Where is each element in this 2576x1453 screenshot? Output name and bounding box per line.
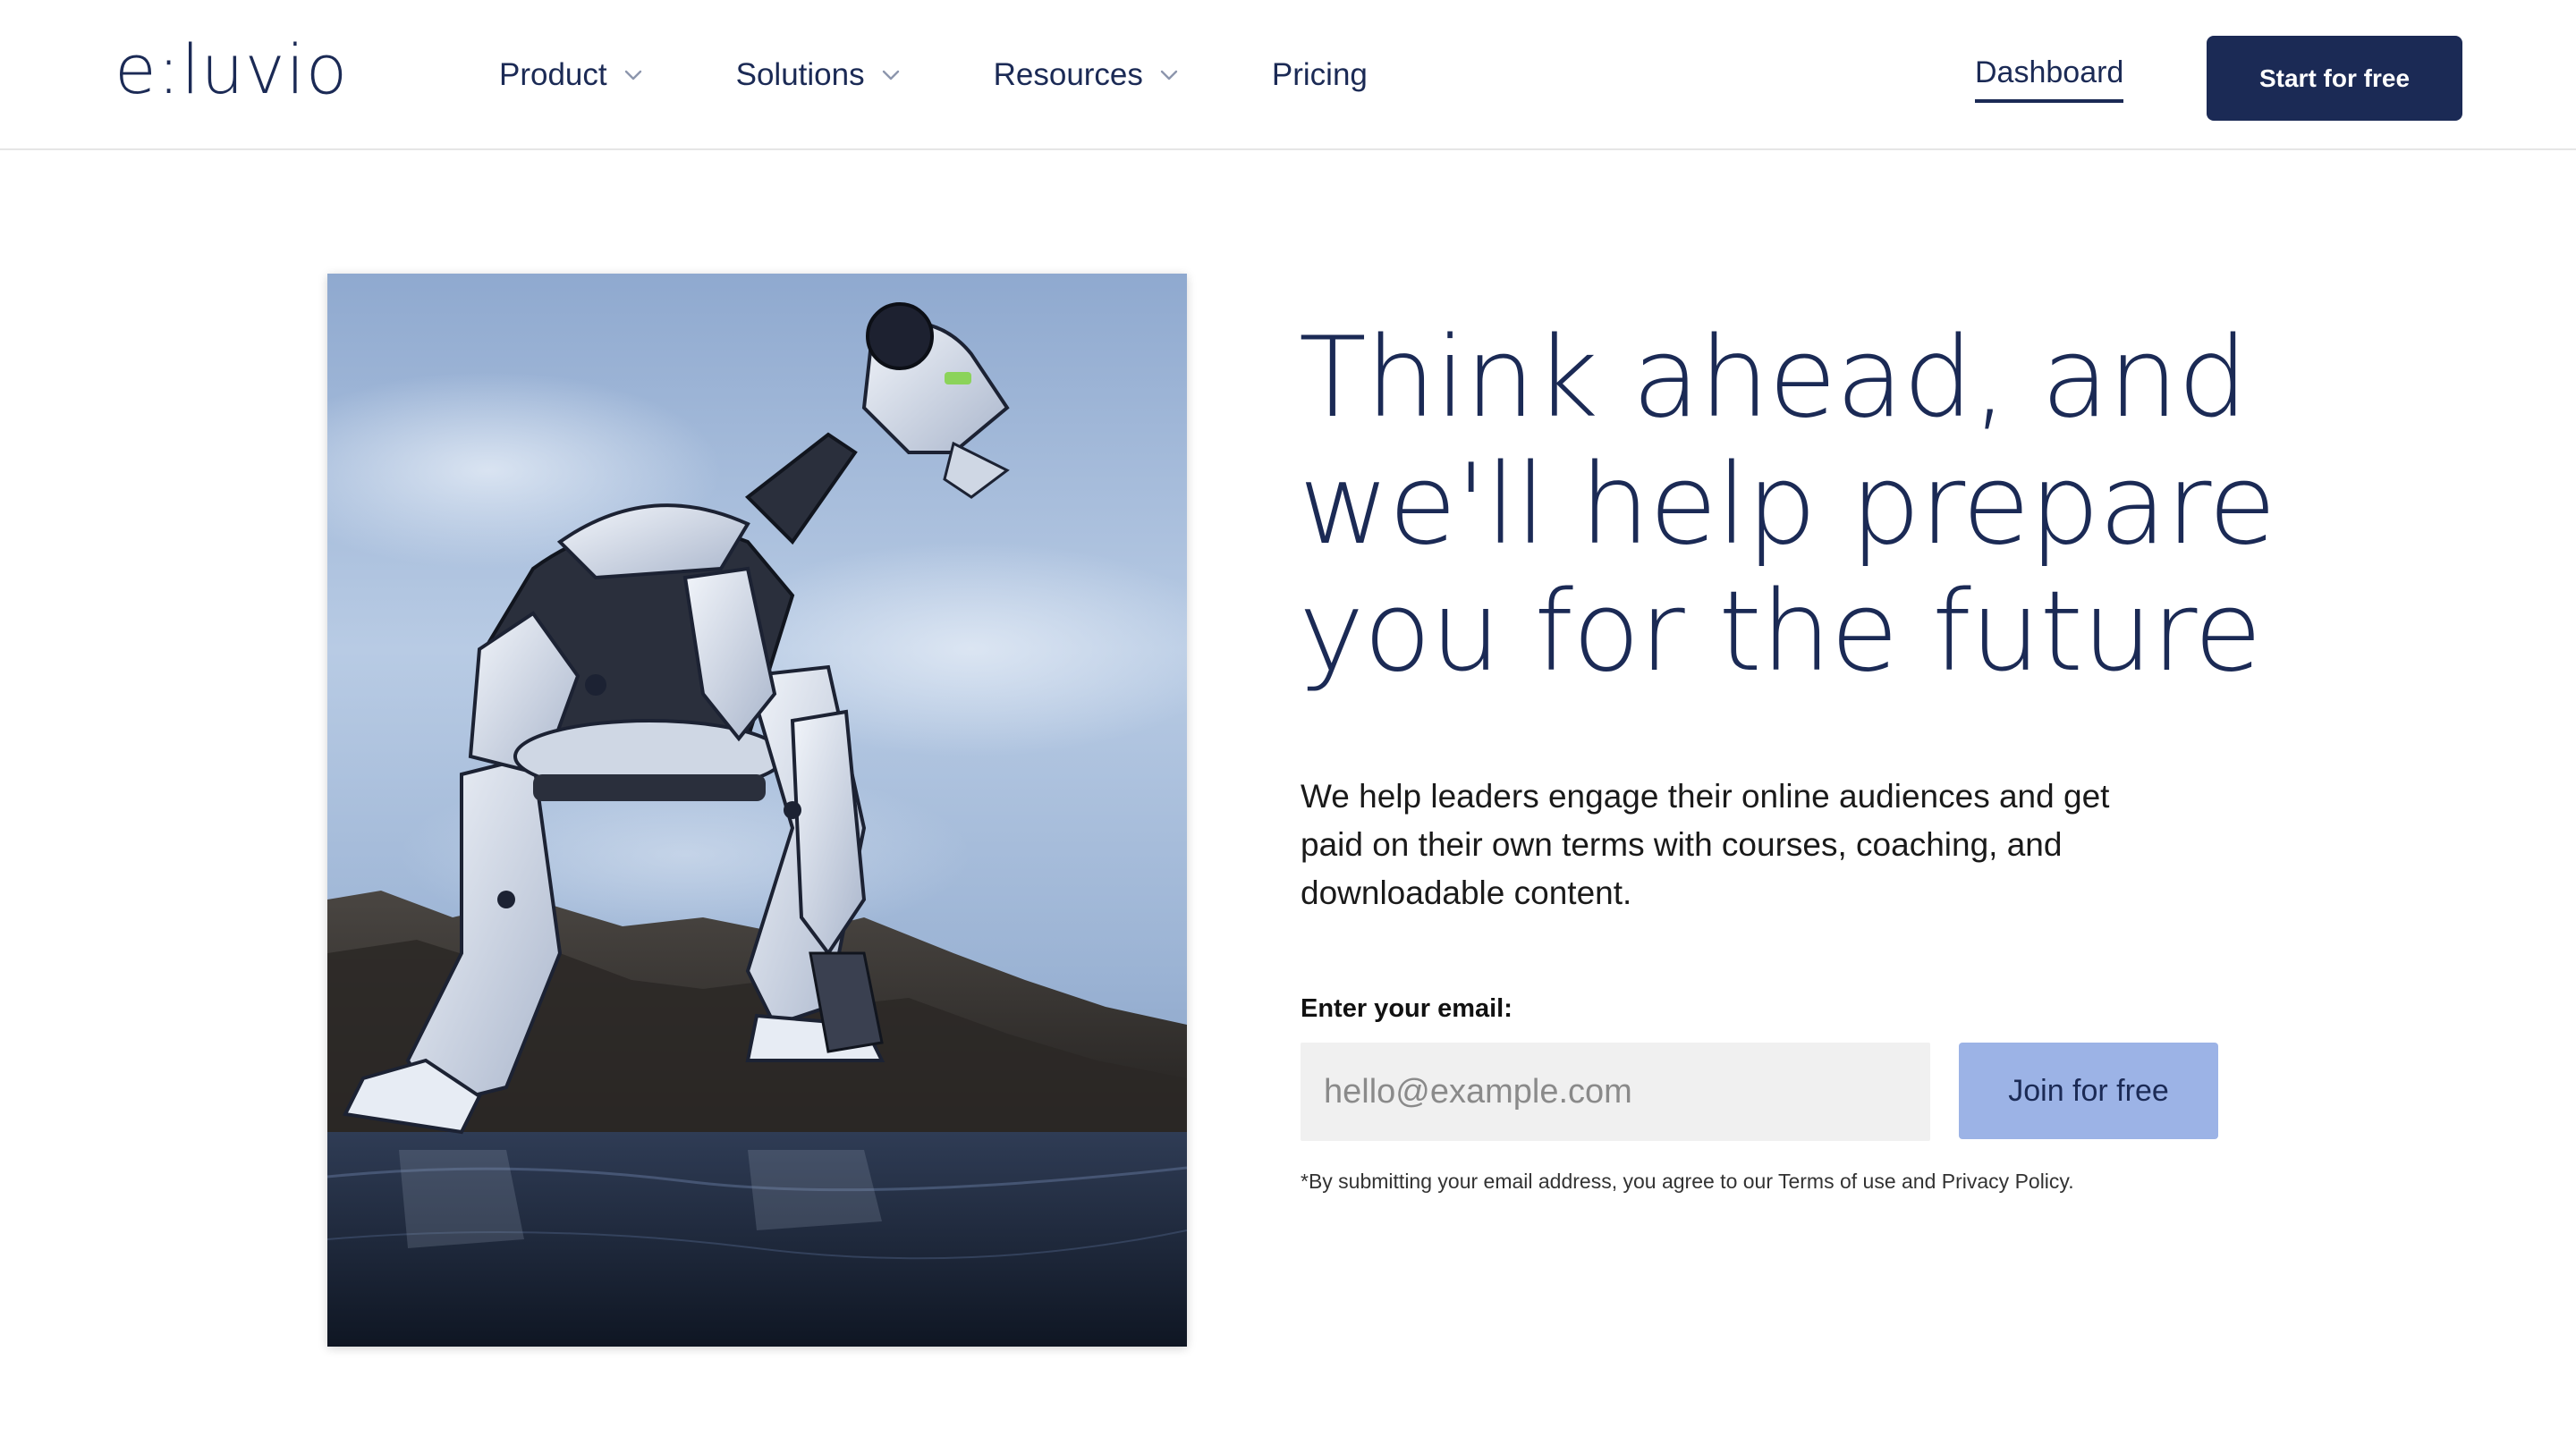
nav-item-label: Resources <box>993 57 1143 92</box>
nav-item-solutions[interactable]: Solutions <box>736 57 904 93</box>
nav-item-label: Product <box>499 57 607 92</box>
nav-item-product[interactable]: Product <box>499 57 647 93</box>
nav-item-label: Pricing <box>1271 57 1368 92</box>
nav-item-pricing[interactable]: Pricing <box>1272 57 1368 93</box>
start-for-free-button[interactable]: Start for free <box>2207 36 2462 121</box>
email-disclaimer: *By submitting your email address, you a… <box>1301 1170 2074 1193</box>
hero-headline: Think ahead, and we'll help prepare you … <box>1299 315 2372 696</box>
nav-item-label: Solutions <box>735 57 865 92</box>
headline-line: Think ahead, and <box>1299 314 2248 443</box>
chevron-down-icon <box>624 70 641 80</box>
site-header: e:luvio Product Solutions Resources Pric… <box>0 0 2576 150</box>
main-nav: Product Solutions Resources Pricing <box>499 50 1368 100</box>
headline-line: we'll help prepare <box>1299 441 2276 570</box>
subtext-line: We help leaders engage their online audi… <box>1301 778 2110 815</box>
chevron-down-icon <box>1160 70 1178 80</box>
email-label: Enter your email: <box>1301 994 1513 1023</box>
dashboard-link[interactable]: Dashboard <box>1975 55 2124 103</box>
hero-image <box>327 274 1187 1347</box>
join-for-free-button[interactable]: Join for free <box>1959 1043 2218 1139</box>
email-input[interactable] <box>1301 1043 1930 1141</box>
headline-line: you for the future <box>1299 568 2262 697</box>
chevron-down-icon <box>882 70 899 80</box>
subtext-line: downloadable content. <box>1301 874 1632 911</box>
eluvio-logo[interactable]: e:luvio <box>114 32 348 107</box>
hero-subtext: We help leaders engage their online audi… <box>1301 773 2195 917</box>
nav-item-resources[interactable]: Resources <box>994 57 1182 93</box>
robot-illustration <box>327 274 1187 1347</box>
subtext-line: paid on their own terms with courses, co… <box>1301 826 2063 863</box>
